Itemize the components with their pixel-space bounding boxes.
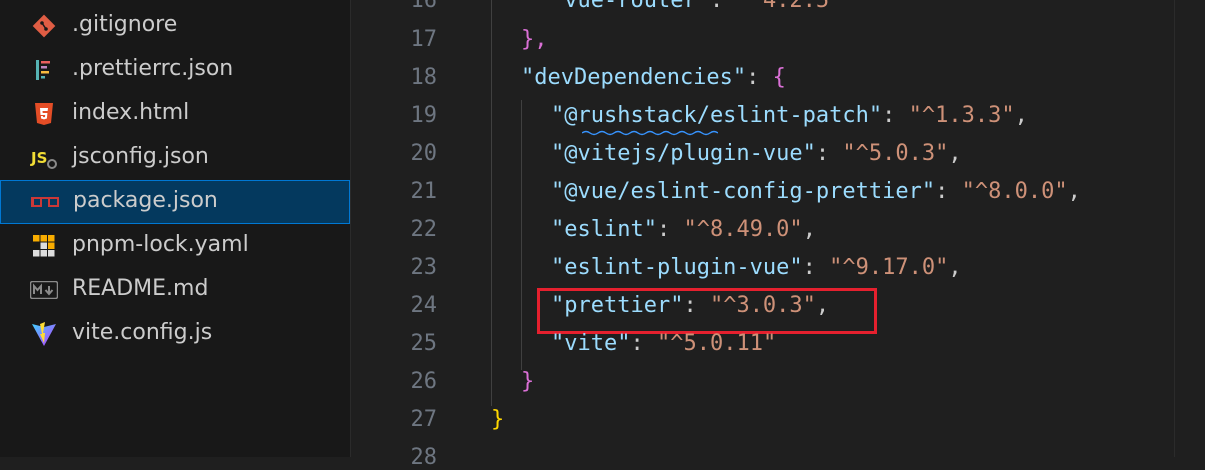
file-vite-config[interactable]: vite.config.js — [0, 312, 350, 356]
code-line: } — [491, 407, 505, 432]
git-icon — [30, 13, 58, 39]
pnpm-icon — [30, 233, 58, 259]
line-number: 17 — [410, 27, 438, 52]
highlight-box — [537, 288, 877, 334]
markdown-icon — [30, 277, 58, 303]
line-number: 24 — [410, 293, 438, 318]
code-line: "eslint-plugin-vue": "^9.17.0", — [551, 255, 962, 280]
file-name: .gitignore — [72, 12, 178, 37]
explorer-sidebar: .gitignore .prettierrc.json index.html J… — [0, 0, 351, 457]
line-number: 23 — [410, 255, 438, 280]
file-name: .prettierrc.json — [72, 56, 234, 81]
editor-scrollbar[interactable] — [1174, 0, 1205, 457]
file-name: jsconfig.json — [72, 144, 209, 169]
code-line: "eslint": "^8.49.0", — [551, 217, 816, 242]
line-number: 28 — [410, 445, 438, 470]
code-line: "@rushstack/eslint-patch": "^1.3.3", — [551, 103, 1028, 128]
js-config-icon: JS — [30, 145, 58, 171]
code-line: "vue-router": "^4.2.5" — [551, 0, 843, 13]
file-name: pnpm-lock.yaml — [72, 232, 249, 257]
indent-guide — [521, 100, 522, 370]
npm-icon — [31, 190, 59, 216]
prettier-icon — [30, 57, 58, 83]
file-name: index.html — [72, 100, 190, 125]
line-number: 22 — [410, 217, 438, 242]
file-index-html[interactable]: index.html — [0, 92, 350, 136]
file-jsconfig[interactable]: JS jsconfig.json — [0, 136, 350, 180]
spell-check-squiggle — [582, 130, 718, 136]
code-line: }, — [521, 27, 548, 52]
line-number: 20 — [410, 141, 438, 166]
code-line: } — [521, 369, 535, 394]
line-number: 27 — [410, 407, 438, 432]
code-editor[interactable]: 16 17 18 19 20 21 22 23 24 25 26 27 28 "… — [351, 0, 1205, 470]
file-readme[interactable]: README.md — [0, 268, 350, 312]
svg-text:JS: JS — [30, 149, 47, 167]
indent-guide — [491, 0, 492, 406]
file-prettierrc[interactable]: .prettierrc.json — [0, 48, 350, 92]
code-line: "@vue/eslint-config-prettier": "^8.0.0", — [551, 179, 1081, 204]
line-number: 21 — [410, 179, 438, 204]
code-line: "@vitejs/plugin-vue": "^5.0.3", — [551, 141, 962, 166]
line-number: 19 — [410, 103, 438, 128]
vite-icon — [30, 321, 58, 347]
code-line: "vite": "^5.0.11" — [551, 331, 777, 356]
html5-icon — [30, 101, 58, 127]
line-number: 26 — [410, 369, 438, 394]
file-package-json[interactable]: package.json — [0, 180, 350, 224]
file-name: vite.config.js — [72, 320, 213, 345]
file-pnpm-lock[interactable]: pnpm-lock.yaml — [0, 224, 350, 268]
line-number: 16 — [410, 0, 438, 13]
line-number: 18 — [410, 65, 438, 90]
file-name: README.md — [72, 276, 209, 301]
file-gitignore[interactable]: .gitignore — [0, 4, 350, 48]
code-line: "devDependencies": { — [521, 65, 786, 90]
line-number: 25 — [410, 331, 438, 356]
file-name: package.json — [73, 188, 218, 213]
